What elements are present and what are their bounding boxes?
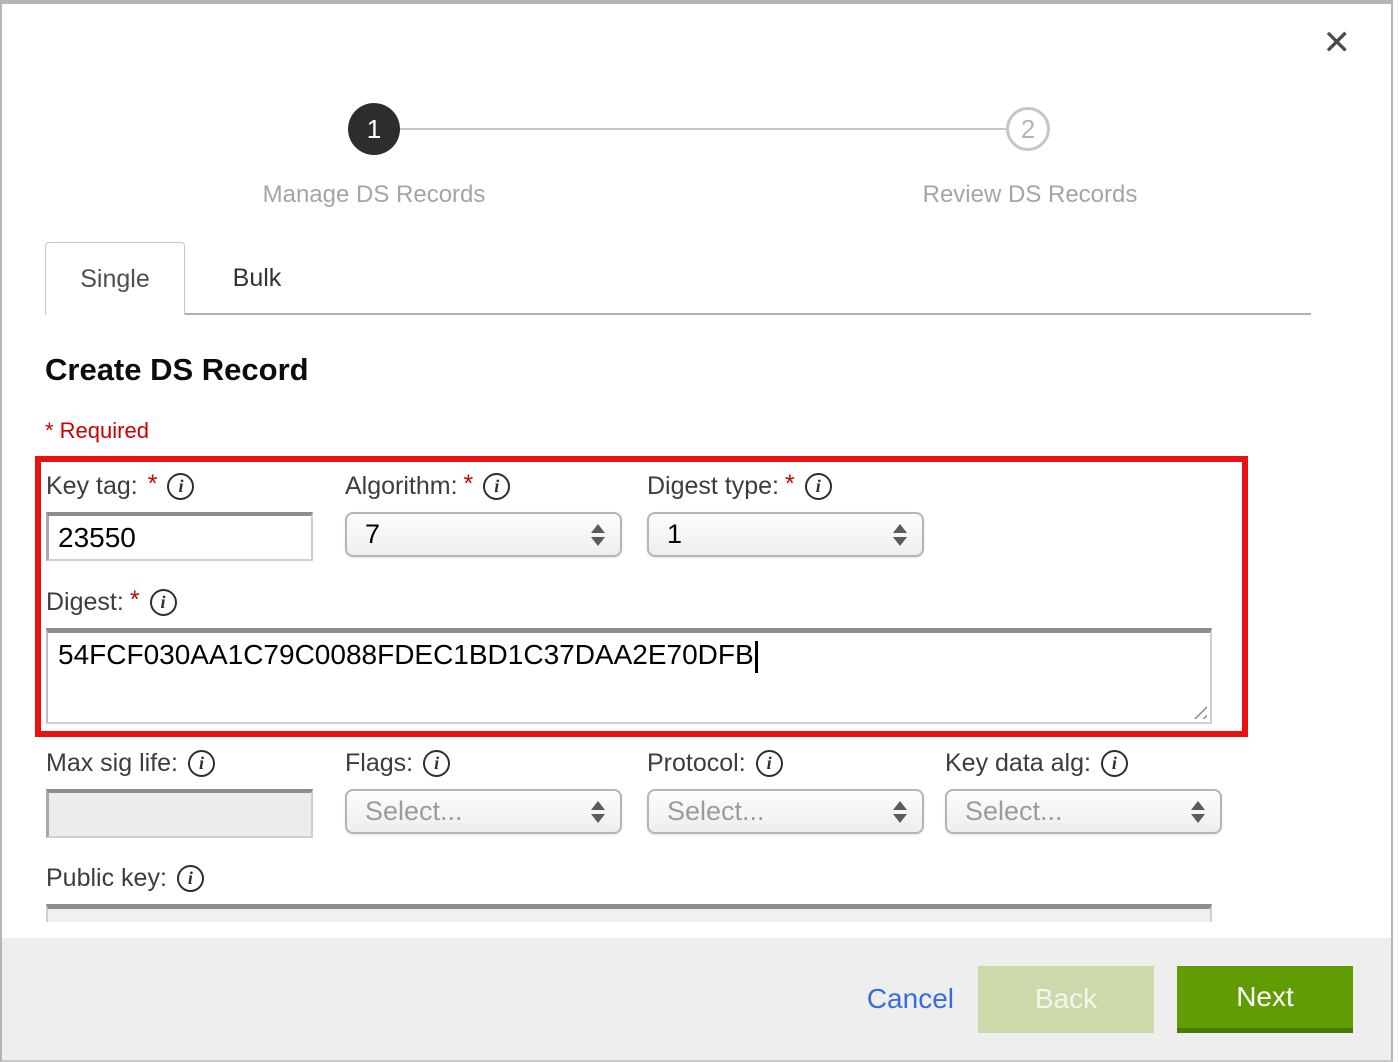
create-ds-record-modal: ✕ 1 2 Manage DS Records Review DS Record… xyxy=(0,0,1393,1062)
field-protocol: Protocol: i Select... xyxy=(647,745,924,834)
field-algorithm: Algorithm: * i 7 xyxy=(345,468,622,557)
protocol-label: Protocol: xyxy=(647,749,746,778)
protocol-placeholder: Select... xyxy=(667,796,765,827)
field-digest-type: Digest type: * i 1 xyxy=(647,468,924,557)
required-asterisk: * xyxy=(785,470,795,499)
key-data-alg-label-row: Key data alg: i xyxy=(945,745,1222,781)
select-arrows-icon xyxy=(1191,801,1205,823)
field-digest: Digest: * i 54FCF030AA1C79C0088FDEC1BD1C… xyxy=(46,584,1212,724)
public-key-textarea[interactable] xyxy=(46,904,1212,922)
info-icon[interactable]: i xyxy=(150,589,177,616)
field-key-tag: Key tag: * i xyxy=(46,468,313,561)
modal-footer: Cancel Back Next xyxy=(2,938,1391,1060)
required-asterisk: * xyxy=(464,470,474,499)
digest-type-select[interactable]: 1 xyxy=(647,512,924,557)
select-arrows-icon xyxy=(893,524,907,546)
max-sig-life-input xyxy=(46,789,313,838)
algorithm-label: Algorithm: xyxy=(345,472,458,501)
key-tag-label: Key tag: xyxy=(46,472,138,501)
public-key-label: Public key: xyxy=(46,864,167,893)
info-icon[interactable]: i xyxy=(483,473,510,500)
field-max-sig-life: Max sig life: i xyxy=(46,745,313,838)
tab-bottom-rule xyxy=(185,313,1311,315)
text-caret xyxy=(755,641,758,673)
key-tag-label-row: Key tag: * i xyxy=(46,468,313,504)
info-icon[interactable]: i xyxy=(1101,750,1128,777)
key-data-alg-select[interactable]: Select... xyxy=(945,789,1222,834)
digest-type-label-row: Digest type: * i xyxy=(647,468,924,504)
stepper-connector-line xyxy=(374,128,1028,130)
max-sig-life-label-row: Max sig life: i xyxy=(46,745,313,781)
select-arrows-icon xyxy=(591,524,605,546)
tab-single[interactable]: Single xyxy=(45,242,185,315)
key-tag-input[interactable] xyxy=(46,512,313,561)
info-icon[interactable]: i xyxy=(188,750,215,777)
back-button: Back xyxy=(978,966,1154,1033)
digest-label-row: Digest: * i xyxy=(46,584,1212,620)
required-asterisk: * xyxy=(148,470,158,499)
step-2-label: Review DS Records xyxy=(870,181,1190,209)
digest-textarea[interactable]: 54FCF030AA1C79C0088FDEC1BD1C37DAA2E70DFB xyxy=(46,628,1212,724)
close-icon[interactable]: ✕ xyxy=(1323,26,1352,60)
select-arrows-icon xyxy=(591,801,605,823)
digest-type-label: Digest type: xyxy=(647,472,779,501)
digest-label: Digest: xyxy=(46,588,124,617)
flags-select[interactable]: Select... xyxy=(345,789,622,834)
flags-placeholder: Select... xyxy=(365,796,463,827)
step-1-label: Manage DS Records xyxy=(214,181,534,209)
step-2-indicator: 2 xyxy=(1006,107,1050,151)
algorithm-label-row: Algorithm: * i xyxy=(345,468,622,504)
info-icon[interactable]: i xyxy=(423,750,450,777)
page-title: Create DS Record xyxy=(45,352,309,388)
protocol-select[interactable]: Select... xyxy=(647,789,924,834)
info-icon[interactable]: i xyxy=(805,473,832,500)
tab-bulk[interactable]: Bulk xyxy=(187,242,327,315)
protocol-label-row: Protocol: i xyxy=(647,745,924,781)
step-1-indicator: 1 xyxy=(348,103,400,155)
max-sig-life-label: Max sig life: xyxy=(46,749,178,778)
flags-label-row: Flags: i xyxy=(345,745,622,781)
resize-grip-icon[interactable] xyxy=(1189,701,1207,719)
algorithm-select[interactable]: 7 xyxy=(345,512,622,557)
info-icon[interactable]: i xyxy=(177,865,204,892)
cancel-button[interactable]: Cancel xyxy=(867,983,954,1015)
key-data-alg-label: Key data alg: xyxy=(945,749,1091,778)
field-key-data-alg: Key data alg: i Select... xyxy=(945,745,1222,834)
algorithm-selected-value: 7 xyxy=(365,519,380,550)
public-key-label-row: Public key: i xyxy=(46,860,1212,896)
next-button[interactable]: Next xyxy=(1177,966,1353,1033)
field-flags: Flags: i Select... xyxy=(345,745,622,834)
digest-value: 54FCF030AA1C79C0088FDEC1BD1C37DAA2E70DFB xyxy=(58,639,754,670)
digest-type-selected-value: 1 xyxy=(667,519,682,550)
key-data-alg-placeholder: Select... xyxy=(965,796,1063,827)
required-asterisk: * xyxy=(130,586,140,615)
required-note: * Required xyxy=(45,418,149,444)
info-icon[interactable]: i xyxy=(167,473,194,500)
info-icon[interactable]: i xyxy=(756,750,783,777)
field-public-key: Public key: i xyxy=(46,860,1212,922)
flags-label: Flags: xyxy=(345,749,413,778)
select-arrows-icon xyxy=(893,801,907,823)
